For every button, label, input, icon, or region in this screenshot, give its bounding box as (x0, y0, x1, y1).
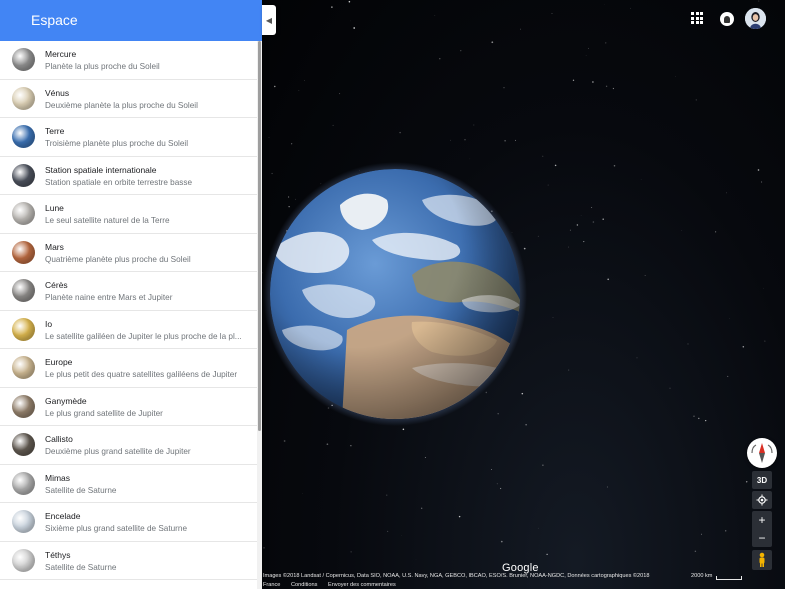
compass-icon (751, 443, 773, 463)
planet-description: Le plus grand satellite de Jupiter (45, 408, 163, 418)
my-location-button[interactable] (752, 491, 772, 509)
planet-name: Téthys (45, 549, 71, 560)
planet-thumbnail-icon (12, 125, 35, 148)
planet-thumbnail-icon (12, 471, 35, 495)
planet-name: Io (45, 318, 53, 329)
sidebar-title: Espace (0, 0, 262, 41)
footer-links: France Conditions Envoyer des commentair… (263, 582, 405, 588)
planet-thumbnail-icon (12, 548, 35, 572)
planet-description: Troisième planète plus proche du Soleil (45, 139, 189, 148)
planet-list-item[interactable]: Ganymède Le plus grand satellite de Jupit… (0, 388, 257, 426)
pegman-icon (759, 552, 765, 567)
scale-label[interactable]: 2000 km (691, 573, 712, 579)
earth-viewport[interactable] (262, 0, 785, 589)
bell-icon (724, 15, 730, 23)
zoom-out-button[interactable]: − (752, 529, 772, 547)
planet-description: Satellite de Saturne (45, 485, 117, 495)
zoom-controls: + − (752, 511, 772, 547)
planet-description: Le seul satellite naturel de la Terre (45, 216, 170, 225)
sidebar-scrollbar[interactable] (257, 41, 262, 589)
planet-list-item[interactable]: Callisto Deuxième plus grand satellite de… (0, 426, 257, 465)
planet-name: Terre (45, 126, 65, 136)
planet-thumbnail-icon (12, 394, 35, 418)
planet-thumbnail-icon (12, 48, 35, 71)
earth-globe-canvas (262, 0, 769, 560)
space-sidebar: Espace Mercure Planète la plus proche du … (0, 0, 262, 589)
planet-thumbnail-icon (12, 356, 35, 379)
google-maps-space-view: Espace Mercure Planète la plus proche du … (0, 0, 785, 589)
scrollbar-thumb[interactable] (258, 41, 261, 431)
planet-list-item[interactable]: Téthys Satellite de Saturne (0, 542, 257, 580)
planet-description: Deuxième planète la plus proche du Solei… (45, 100, 198, 110)
planet-list-item[interactable]: Mercure Planète la plus proche du Soleil (0, 41, 257, 80)
planet-name: Mercure (45, 49, 77, 59)
planet-description: Le satellite galiléen de Jupiter le plus… (45, 331, 242, 341)
compass-button[interactable] (747, 438, 777, 468)
planet-description: Planète la plus proche du Soleil (45, 62, 160, 71)
planet-list: Mercure Planète la plus proche du Soleil V… (0, 41, 257, 580)
planet-list-item[interactable]: Mars Quatrième planète plus proche du Sol… (0, 234, 257, 272)
planet-list-item[interactable]: Encelade Sixième plus grand satellite de … (0, 503, 257, 542)
planet-name: Lune (45, 203, 64, 213)
planet-thumbnail-icon (12, 510, 35, 533)
planet-name: Europe (45, 357, 73, 367)
three-d-toggle[interactable]: 3D (752, 471, 772, 489)
planet-description: Satellite de Saturne (45, 562, 117, 572)
planet-list-item[interactable]: Terre Troisième planète plus proche du So… (0, 118, 257, 157)
planet-name: Cérès (45, 280, 68, 290)
planet-thumbnail-icon (12, 202, 35, 225)
planet-list-item[interactable]: Cérès Planète naine entre Mars et Jupiter (0, 272, 257, 311)
planet-thumbnail-icon (12, 317, 35, 341)
earth-globe (270, 169, 520, 419)
planet-description: Le plus petit des quatre satellites gali… (45, 370, 238, 379)
planet-thumbnail-icon (12, 163, 35, 187)
planet-thumbnail-icon (12, 433, 35, 456)
planet-list-item[interactable]: Mimas Satellite de Saturne (0, 465, 257, 503)
avatar-icon (745, 8, 766, 29)
planet-list-item[interactable]: Lune Le seul satellite naturel de la Terr… (0, 195, 257, 234)
footer-link-country[interactable]: France (263, 582, 280, 588)
zoom-in-button[interactable]: + (752, 511, 772, 529)
planet-thumbnail-icon (12, 240, 35, 264)
notifications-button[interactable] (720, 12, 734, 26)
planet-description: Sixième plus grand satellite de Saturne (45, 524, 187, 533)
planet-name: Ganymède (45, 395, 87, 406)
scale-bar (716, 576, 742, 580)
planet-list-item[interactable]: Io Le satellite galiléen de Jupiter le pl… (0, 311, 257, 349)
planet-name: Callisto (45, 434, 73, 444)
planet-thumbnail-icon (12, 279, 35, 302)
planet-list-item[interactable]: Europe Le plus petit des quatre satellite… (0, 349, 257, 388)
planet-name: Mimas (45, 472, 71, 483)
planet-description: Quatrième planète plus proche du Soleil (45, 254, 191, 264)
account-avatar[interactable] (745, 8, 766, 29)
planet-name: Station spatiale internationale (45, 164, 157, 175)
planet-description: Deuxième plus grand satellite de Jupiter (45, 447, 191, 456)
planet-name: Mars (45, 241, 64, 252)
planet-description: Station spatiale en orbite terrestre bas… (45, 177, 193, 187)
footer-link-feedback[interactable]: Envoyer des commentaires (328, 582, 396, 588)
planet-description: Planète naine entre Mars et Jupiter (45, 293, 173, 302)
planet-thumbnail-icon (12, 86, 35, 110)
footer-link-terms[interactable]: Conditions (291, 582, 317, 588)
planet-list-item[interactable]: Station spatiale internationale Station s… (0, 157, 257, 195)
planet-list-item[interactable]: Vénus Deuxième planète la plus proche du … (0, 80, 257, 118)
map-attribution: Images ©2018 Landsat / Copernicus, Data … (263, 573, 650, 579)
planet-name: Vénus (45, 87, 70, 98)
locate-icon (756, 494, 768, 506)
planet-name: Encelade (45, 511, 81, 521)
collapse-sidebar-button[interactable]: ◀ (262, 5, 276, 35)
street-view-pegman[interactable] (752, 550, 772, 570)
google-apps-button[interactable] (691, 12, 703, 24)
chevron-left-icon: ◀ (265, 15, 273, 25)
